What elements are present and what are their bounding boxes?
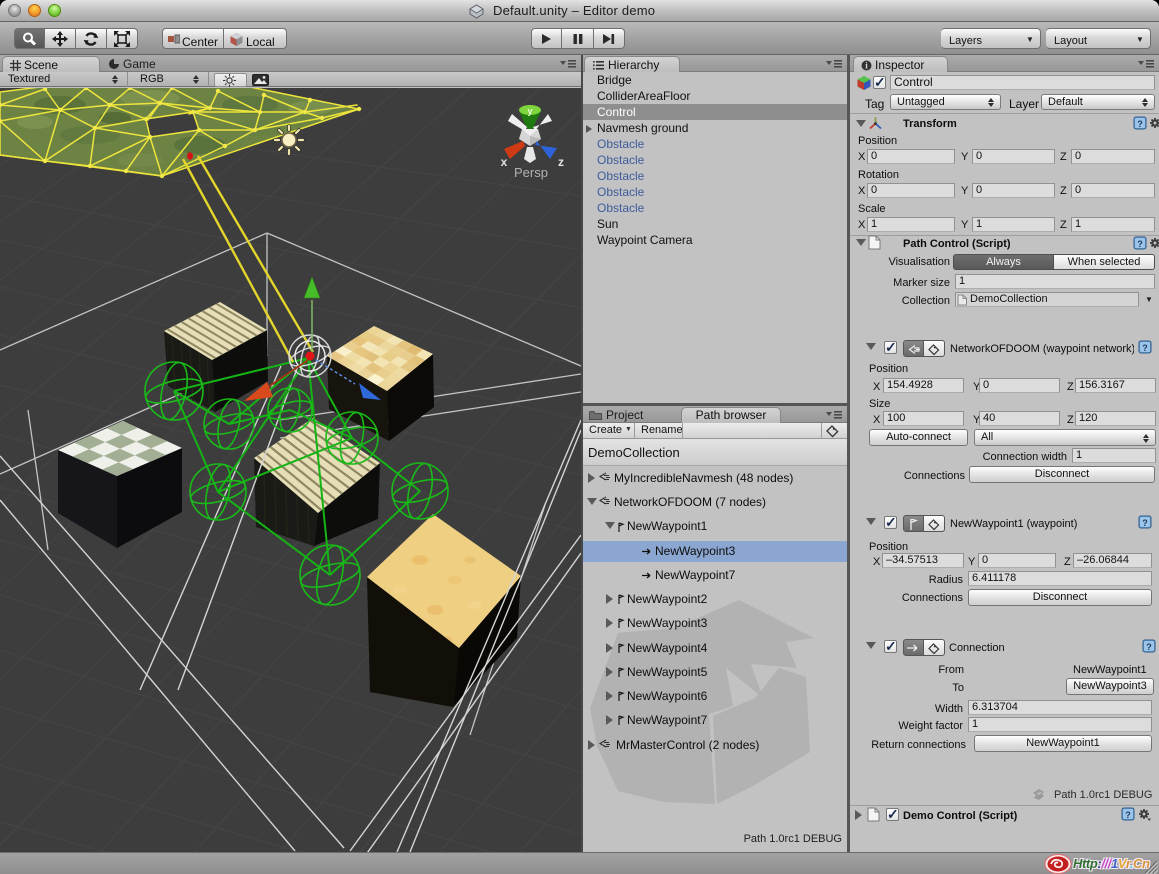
svg-text:z: z (558, 155, 564, 169)
svg-text:?: ? (1146, 642, 1152, 652)
svg-text:?: ? (1137, 239, 1143, 249)
svg-text:?: ? (1142, 518, 1148, 528)
svg-text:Persp: Persp (514, 165, 548, 180)
svg-text:?: ? (1137, 119, 1143, 129)
svg-text:y: y (527, 106, 532, 116)
svg-text:?: ? (1142, 343, 1148, 353)
svg-text:x: x (501, 155, 508, 169)
svg-text:?: ? (1125, 810, 1131, 820)
